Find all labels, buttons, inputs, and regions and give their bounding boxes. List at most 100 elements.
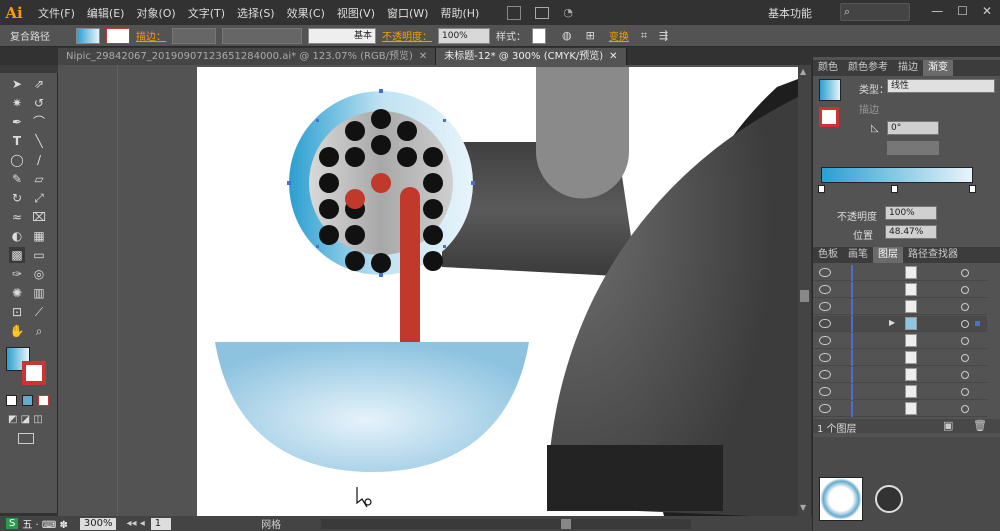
stroke-label[interactable]: 描边： [136,28,166,43]
gradient-stop-left[interactable] [818,185,825,193]
delete-layer-icon[interactable]: 🗑 [973,419,987,432]
menu-window[interactable]: 窗口(W) [381,5,434,21]
tab-pathfinder[interactable]: 路径查找器 [903,247,963,263]
menu-object[interactable]: 对象(O) [130,5,181,21]
column-graph-tool-icon[interactable]: ▥ [31,285,47,301]
visibility-eye-icon[interactable] [819,268,831,277]
selection-tool-icon[interactable]: ➤ [9,76,25,92]
close-tab-icon[interactable]: ✕ [419,51,427,62]
menu-help[interactable]: 帮助(H) [434,5,485,21]
bridge-icon[interactable] [507,5,522,20]
gradient-opacity-field[interactable]: 100% [885,206,937,220]
visibility-eye-icon[interactable] [819,387,831,396]
canvas-area[interactable] [58,65,798,516]
gradient-midpoint[interactable] [891,185,898,193]
target-circle-icon[interactable] [961,354,969,362]
scale-tool-icon[interactable]: ⤢ [31,190,47,206]
target-circle-icon[interactable] [961,286,969,294]
stroke-swatch[interactable] [106,27,130,44]
layer-row[interactable] [813,384,987,400]
gradient-location-field[interactable]: 48.47% [885,225,937,239]
menu-edit[interactable]: 编辑(E) [81,5,131,21]
gpu-icon[interactable]: ◔ [563,6,573,19]
blend-tool-icon[interactable]: ◎ [31,266,47,282]
layer-row[interactable] [813,282,987,298]
layer-row[interactable] [813,401,987,417]
visibility-eye-icon[interactable] [819,404,831,413]
mask-preview-thumbnail[interactable] [875,485,903,513]
visibility-eye-icon[interactable] [819,370,831,379]
search-input[interactable]: ⌕ [840,3,910,21]
gradient-preview-swatch[interactable] [819,79,841,101]
opacity-label[interactable]: 不透明度： [382,28,432,43]
warp-tool-icon[interactable]: ≈ [9,209,25,225]
menu-select[interactable]: 选择(S) [231,5,281,21]
type-tool-icon[interactable]: T [9,133,25,149]
tab-layers[interactable]: 图层 [873,247,903,263]
opacity-field[interactable]: 100% [438,27,490,44]
target-circle-icon[interactable] [961,269,969,277]
artboard-tool-icon[interactable]: ⊡ [9,304,25,320]
transform-label[interactable]: 变换 [609,28,629,43]
rotate-tool-icon[interactable]: ↻ [9,190,25,206]
target-circle-icon[interactable] [961,405,969,413]
panel-menu-icon[interactable]: ⇶ [659,29,668,42]
layer-row[interactable] [813,367,987,383]
perspective-grid-tool-icon[interactable]: ▦ [31,228,47,244]
close-icon[interactable]: ✕ [982,4,992,18]
recolor-icon[interactable]: ◍ [562,29,572,42]
layer-row[interactable] [813,265,987,281]
paintbrush-tool-icon[interactable]: ∕ [31,152,47,168]
hscroll-thumb[interactable] [561,518,572,529]
workspace-switcher[interactable]: 基本功能 [768,5,812,21]
visibility-eye-icon[interactable] [819,336,831,345]
lasso-tool-icon[interactable]: ↺ [31,95,47,111]
isolate-icon[interactable]: ⌗ [641,29,647,43]
eraser-tool-icon[interactable]: ▱ [31,171,47,187]
layer-row[interactable] [813,350,987,366]
horizontal-scrollbar[interactable] [321,518,692,529]
layer-row[interactable] [813,299,987,315]
stroke-color-box[interactable] [22,361,46,385]
variable-width-dropdown[interactable] [222,27,302,44]
draw-mode-icon[interactable]: ◩ ◪ ◫ [8,414,43,425]
screen-mode-icon[interactable] [18,433,34,444]
graphic-style-swatch[interactable] [532,27,546,44]
new-layer-icon[interactable]: ▣ [943,419,953,432]
visibility-eye-icon[interactable] [819,285,831,294]
direct-selection-tool-icon[interactable]: ⇗ [31,76,47,92]
brush-definition[interactable]: 基本 [308,27,376,44]
target-circle-icon[interactable] [961,388,969,396]
minimize-icon[interactable]: — [931,4,943,18]
magic-wand-tool-icon[interactable]: ✷ [9,95,25,111]
align-icon[interactable]: ⊞ [586,29,595,42]
symbol-sprayer-tool-icon[interactable]: ✺ [9,285,25,301]
scroll-down-arrow-icon[interactable]: ▼ [800,503,806,512]
target-circle-icon[interactable] [961,303,969,311]
target-circle-icon[interactable] [961,320,969,328]
menu-view[interactable]: 视图(V) [331,5,381,21]
scroll-up-arrow-icon[interactable]: ▲ [800,67,806,76]
vertical-scrollbar[interactable]: ▲ ▼ [798,65,811,516]
arrange-icon[interactable] [535,6,550,19]
artboard-number-field[interactable]: 1 [150,517,172,530]
color-mode-icon[interactable] [6,395,17,406]
tab-nipic[interactable]: Nipic_29842067_20190907123651284000.ai* … [58,48,437,65]
tab-brushes[interactable]: 画笔 [843,247,873,263]
close-tab-icon[interactable]: ✕ [609,51,617,62]
fill-swatch[interactable] [76,27,100,44]
expand-arrow-icon[interactable]: ▶ [889,318,895,327]
menu-effect[interactable]: 效果(C) [281,5,331,21]
tab-untitled-12[interactable]: 未标题-12* @ 300% (CMYK/预览) ✕ [436,48,627,65]
maximize-icon[interactable]: ☐ [957,4,968,18]
tab-swatches[interactable]: 色板 [813,247,843,263]
gradient-mode-icon[interactable] [22,395,33,406]
tab-gradient[interactable]: 渐变 [923,60,953,76]
eyedropper-tool-icon[interactable]: ✑ [9,266,25,282]
zoom-tool-icon[interactable]: ⌕ [31,323,47,339]
mesh-tool-icon[interactable]: ▩ [9,247,25,263]
pen-tool-icon[interactable]: ✒ [9,114,25,130]
target-circle-icon[interactable] [961,337,969,345]
visibility-eye-icon[interactable] [819,302,831,311]
ellipse-tool-icon[interactable]: ◯ [9,152,25,168]
